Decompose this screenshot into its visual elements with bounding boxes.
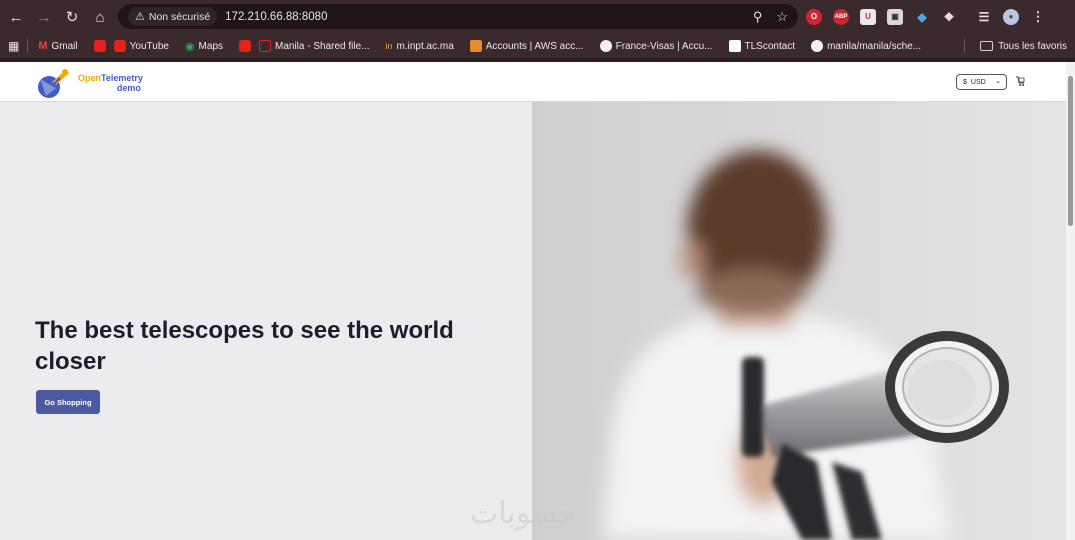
bookmark-gmail[interactable]: M Gmail (38, 40, 77, 52)
bookmark-maps[interactable]: ◉ Maps (185, 40, 223, 53)
all-bookmarks[interactable]: Tous les favoris (962, 34, 1067, 58)
go-shopping-button[interactable]: Go Shopping (36, 390, 100, 414)
security-label: Non sécurisé (148, 10, 211, 23)
back-icon[interactable]: ← (2, 3, 30, 31)
youtube-icon (239, 40, 251, 52)
hero-banner: The best telescopes to see the world clo… (0, 102, 1066, 540)
bookmark-label: Gmail (51, 40, 78, 52)
hero-image (532, 102, 1066, 540)
security-chip[interactable]: ⚠ Non sécurisé (128, 7, 218, 26)
bookmark-label: YouTube (129, 40, 169, 52)
diamond-extension-icon[interactable]: ◆ (914, 9, 930, 25)
boy-with-telescope-image (532, 102, 1066, 540)
inpt-icon: in (385, 41, 393, 51)
currency-select[interactable]: $ USD ⌄ (956, 74, 1007, 90)
all-bookmarks-label: Tous les favoris (998, 40, 1067, 52)
cart-icon[interactable] (1015, 75, 1025, 87)
bookmark-star-icon[interactable]: ☆ (776, 9, 788, 25)
youtube-icon (93, 40, 106, 52)
site-header: OpenTelemetry demo $ USD ⌄ (0, 62, 1066, 102)
bookmark-github[interactable]: manila/manila/sche... (811, 40, 921, 52)
puzzle-extensions-icon[interactable]: ❖ (941, 9, 957, 25)
adblock-plus-icon[interactable]: ABP (833, 8, 849, 25)
aws-cube-icon (469, 40, 482, 52)
github-icon (811, 40, 824, 52)
scrollbar-thumb[interactable] (1068, 76, 1073, 226)
chevron-down-icon: ⌄ (995, 78, 1001, 85)
bookmarks-separator (27, 39, 29, 53)
bookmark-label: Manila - Shared file... (275, 40, 370, 52)
brand-open: Open (78, 73, 102, 83)
warning-icon: ⚠ (135, 11, 145, 23)
france-visas-icon (599, 40, 612, 52)
url-text[interactable]: 172.210.66.88:8080 (225, 11, 327, 23)
currency-code: USD (970, 78, 986, 86)
apps-grid-icon[interactable]: ▦ (8, 39, 19, 53)
zoom-icon[interactable]: ⚲ (753, 9, 763, 25)
brand-name[interactable]: OpenTelemetry demo (78, 73, 143, 93)
extensions-bar: O ABP U ▣ ◆ ❖ ☰ ● ⋮ (806, 4, 1046, 29)
brand-demo: demo (116, 83, 141, 93)
bookmark-inpt[interactable]: in m.inpt.ac.ma (386, 41, 454, 52)
bookmark-aws[interactable]: Accounts | AWS acc... (469, 40, 584, 52)
address-bar[interactable]: ⚠ Non sécurisé 172.210.66.88:8080 ⚲ ☆ (118, 4, 798, 29)
watermark-image: حسوبات (470, 496, 577, 531)
folder-icon (980, 41, 994, 51)
page: ← → ↻ ⌂ ⚠ Non sécurisé 172.210.66.88:808… (0, 0, 1075, 540)
bookmark-label: Maps (198, 40, 223, 52)
bookmark-youtube-plain[interactable] (93, 40, 106, 52)
bookmark-manila[interactable]: Manila - Shared file... (259, 40, 370, 52)
brand-telemetry: Telemetry (101, 73, 143, 83)
bookmark-france-visas[interactable]: France-Visas | Accu... (599, 40, 713, 52)
menu-kebab-icon[interactable]: ⋮ (1030, 9, 1046, 25)
bookmark-youtube-2[interactable] (239, 40, 251, 52)
bookmark-label: TLScontact (744, 40, 796, 52)
youtube-icon (113, 40, 126, 52)
bookmarks-separator (964, 39, 966, 53)
opera-extension-icon[interactable]: O (806, 8, 822, 25)
bookmark-label: m.inpt.ac.ma (396, 40, 454, 52)
media-controls-icon[interactable]: ☰ (976, 9, 992, 25)
page-scrollbar[interactable] (1066, 62, 1075, 540)
gmail-icon: M (38, 40, 48, 52)
hero-text-panel: The best telescopes to see the world clo… (0, 102, 532, 540)
browser-toolbar: ← → ↻ ⌂ ⚠ Non sécurisé 172.210.66.88:808… (0, 0, 1075, 34)
hero-title: The best telescopes to see the world clo… (35, 317, 454, 375)
currency-symbol: $ (963, 78, 967, 86)
forward-icon[interactable]: → (30, 3, 58, 31)
tlscontact-icon (728, 40, 741, 52)
bookmark-label: Accounts | AWS acc... (485, 40, 584, 52)
reload-icon[interactable]: ↻ (58, 3, 86, 31)
bookmark-label: manila/manila/sche... (827, 40, 922, 52)
shared-files-icon (259, 40, 271, 52)
bookmark-youtube[interactable]: YouTube (113, 40, 169, 52)
pocket-extension-icon[interactable]: U (860, 8, 876, 25)
profile-avatar[interactable]: ● (1003, 8, 1019, 25)
home-icon[interactable]: ⌂ (86, 3, 114, 31)
bookmarks-bar: ▦ M Gmail YouTube ◉ Maps Manila - Shared… (0, 34, 1075, 58)
screen-extension-icon[interactable]: ▣ (887, 8, 903, 25)
maps-pin-icon: ◉ (184, 40, 195, 53)
bookmark-tlscontact[interactable]: TLScontact (728, 40, 796, 52)
bookmark-label: France-Visas | Accu... (615, 40, 713, 52)
opentelemetry-logo-icon[interactable] (34, 66, 74, 100)
